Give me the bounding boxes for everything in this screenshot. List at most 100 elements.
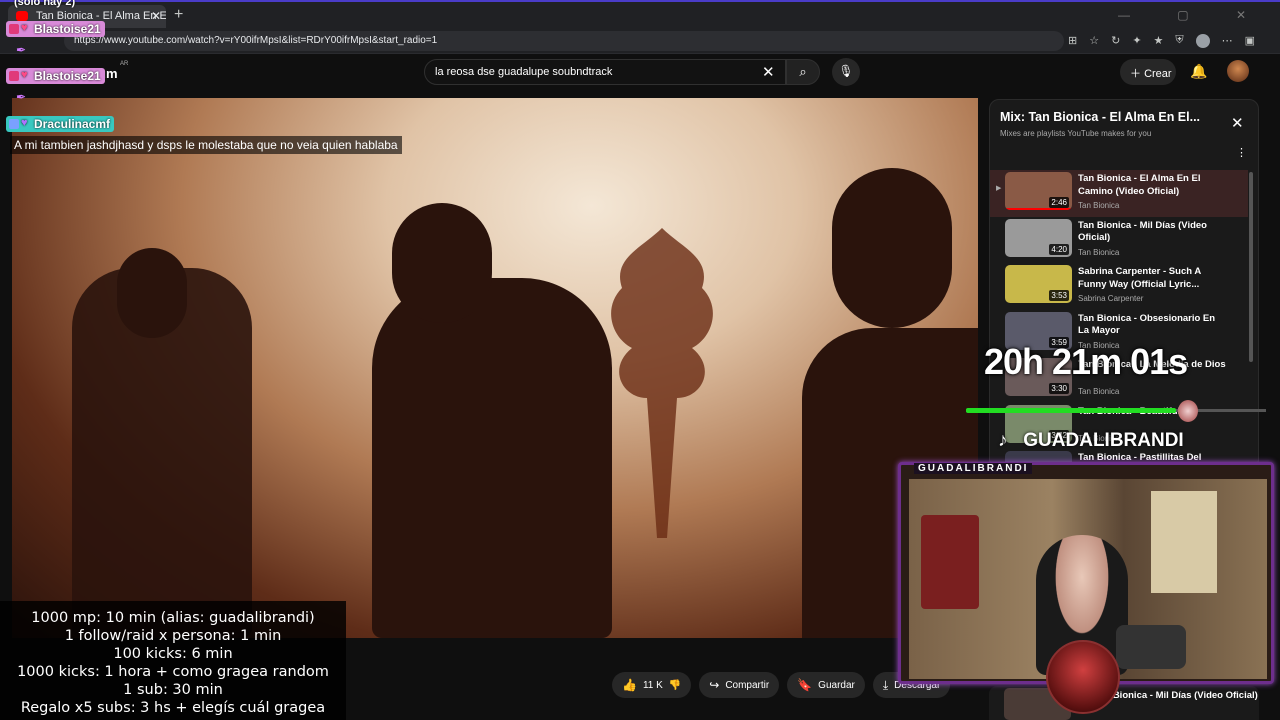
url-field[interactable]: https://www.youtube.com/watch?v=rY00ifrM…: [64, 31, 1064, 51]
like-count: 11 K: [642, 679, 663, 691]
favorites-icon[interactable]: ★: [1154, 34, 1164, 48]
rule-line: 100 kicks: 6 min: [113, 646, 233, 662]
mascot-icon: [1178, 400, 1198, 422]
refresh-extension-icon[interactable]: ↻: [1111, 34, 1120, 48]
video-title: Tan Bionica - El Alma En El Camino (Vide…: [1078, 173, 1201, 197]
person-head-left: [117, 248, 187, 338]
save-label: Guardar: [818, 679, 855, 691]
clear-search-icon[interactable]: ✕: [762, 63, 775, 81]
feather-emote-icon: ✒: [16, 90, 27, 104]
install-app-icon[interactable]: ⊞: [1068, 34, 1077, 48]
bookmark-star-icon[interactable]: ☆: [1089, 34, 1099, 48]
profile-avatar-icon[interactable]: [1195, 34, 1210, 48]
subathon-timer: 20h 21m 01s: [984, 341, 1188, 382]
video-player[interactable]: [12, 98, 978, 638]
thumbs-down-icon[interactable]: 👎: [669, 680, 681, 691]
download-icon: ⤓: [882, 677, 889, 692]
peek-title: Tan Bionica - Mil Días (Video Oficial): [1094, 690, 1258, 701]
chat-username: ♥ Draculinacmf: [6, 116, 115, 132]
playlist-item[interactable]: ▶ 2:46 Tan Bionica - El Alma En El Camino …: [990, 170, 1248, 217]
heart-icon: ♥: [21, 22, 28, 34]
playlist-item[interactable]: 4:20 Tan Bionica - Mil Días (Video Oficia…: [990, 217, 1248, 264]
channel-name: Tan Bionica: [1078, 201, 1120, 210]
mix-playlist-panel: Mix: Tan Bionica - El Alma En El... Mixe…: [989, 99, 1259, 469]
playlist-menu-icon[interactable]: ⋮: [1236, 146, 1247, 159]
playlist-title: Mix: Tan Bionica - El Alma En El...: [1000, 110, 1201, 124]
plus-icon: ＋: [1130, 68, 1145, 80]
subathon-rules-box: 1000 mp: 10 min (alias: guadalibrandi) 1 …: [0, 601, 346, 720]
chat-username: ♥ Blastoise21: [6, 21, 105, 37]
chat-fragment: (solo hay 2): [14, 0, 76, 8]
duration-badge: 4:20: [1049, 243, 1069, 255]
search-icon: ⌕: [799, 64, 807, 79]
video-title: Tan Bionica - Obsesionario En La Mayor: [1078, 312, 1216, 337]
tiktok-icon: ♪: [998, 430, 1008, 451]
avatar-bubble: [1046, 640, 1120, 714]
account-avatar[interactable]: [1227, 60, 1249, 82]
channel-name: Sabrina Carpenter: [1078, 294, 1144, 303]
video-title: Sabrina Carpenter - Such A Funny Way (Of…: [1078, 266, 1201, 290]
platform-sign: [921, 515, 979, 609]
feather-emote-icon: ✒: [16, 43, 27, 57]
like-button[interactable]: 👍 11 K 👎: [612, 672, 692, 698]
playlist-peek-item[interactable]: Tan Bionica - Mil Días (Video Oficial): [989, 686, 1259, 720]
browser-tab-bar: Tan Bionica - El Alma En El Ca ✕ + — ▢ ✕: [0, 0, 1280, 29]
share-label: Compartir: [725, 679, 770, 691]
youtube-header: um AR la reosa dse guadalupe soubndtrack…: [0, 55, 1280, 95]
bookmark-icon: 🔖: [797, 678, 813, 692]
duration-badge: 2:46: [1049, 197, 1069, 208]
playlist-items: ▶ 2:46 Tan Bionica - El Alma En El Camino …: [990, 170, 1248, 468]
create-button[interactable]: ＋ Crear: [1120, 59, 1176, 85]
now-playing-icon: ▶: [996, 185, 1002, 192]
search-input[interactable]: la reosa dse guadalupe soubndtrack: [424, 59, 786, 85]
playlist-item[interactable]: 3:53 Sabrina Carpenter - Such A Funny Way…: [990, 263, 1248, 310]
username-text: Blastoise21: [34, 69, 101, 83]
new-tab-button[interactable]: +: [174, 6, 183, 24]
youtube-favicon-icon: [16, 11, 28, 21]
sidebar-toggle-icon[interactable]: ▣: [1245, 34, 1255, 48]
username-text: Draculinacmf: [34, 117, 111, 131]
badge-icon: [9, 24, 19, 34]
person-head-right: [832, 168, 952, 328]
tab-close-icon[interactable]: ✕: [151, 9, 161, 23]
save-button[interactable]: 🔖 Guardar: [787, 672, 865, 698]
person-silhouette-center: [372, 278, 612, 638]
video-thumbnail: 2:46: [1005, 172, 1072, 210]
chat-message: A mi tambien jashdjhasd y dsps le molest…: [10, 136, 402, 154]
search-button[interactable]: ⌕: [786, 59, 820, 85]
channel-name: Tan Bionica: [1078, 247, 1120, 257]
shield-icon[interactable]: ⛨: [1175, 34, 1183, 48]
badge-icon: [9, 71, 19, 81]
duration-badge: 3:53: [1049, 290, 1069, 301]
address-bar: https://www.youtube.com/watch?v=rY00ifrM…: [0, 28, 1280, 54]
badge-icon: [9, 119, 19, 129]
username-text: Blastoise21: [34, 22, 101, 36]
watched-progress-bar: [1005, 208, 1072, 210]
microphone-icon: 🎙: [838, 64, 854, 78]
rule-line: 1 follow/raid x persona: 1 min: [64, 628, 282, 644]
notifications-bell-icon[interactable]: 🔔: [1190, 63, 1207, 80]
tiktok-handle: ♪ GUADALIBRANDI: [998, 430, 1184, 452]
rule-line: 1000 mp: 10 min (alias: guadalibrandi): [31, 610, 315, 626]
share-button[interactable]: ↪ Compartir: [699, 672, 780, 698]
extension-icon[interactable]: ✦: [1132, 34, 1141, 48]
voice-search-button[interactable]: 🎙: [832, 58, 860, 86]
person-head-center: [392, 203, 492, 323]
menu-dots-icon[interactable]: ⋯: [1222, 34, 1233, 48]
screen: Tan Bionica - El Alma En El Ca ✕ + — ▢ ✕…: [0, 0, 1280, 720]
window-controls[interactable]: — ▢ ✕: [1118, 8, 1268, 22]
thumbs-up-icon: 👍: [622, 678, 637, 692]
webcam-label: GUADALIBRANDI: [914, 463, 1033, 474]
goal-progress-bar: [966, 408, 1176, 413]
playlist-scrollbar[interactable]: [1249, 172, 1253, 362]
close-playlist-icon[interactable]: ✕: [1231, 114, 1244, 132]
tree-silhouette: [611, 228, 713, 538]
wanted-poster: [1151, 491, 1217, 593]
rule-line: Regalo x5 subs: 3 hs + elegís cuál grage…: [20, 700, 326, 720]
playlist-subtitle: Mixes are playlists YouTube makes for yo…: [1000, 129, 1152, 138]
browser-toolbar: ⊞ ☆ ↻ ✦ ★ ⛨ ⋯ ▣: [1068, 34, 1255, 48]
create-label: Crear: [1144, 68, 1172, 80]
tiktok-handle-text: GUADALIBRANDI: [1023, 430, 1184, 451]
duration-badge: 3:30: [1049, 383, 1069, 394]
heart-icon: ♥: [21, 69, 28, 81]
